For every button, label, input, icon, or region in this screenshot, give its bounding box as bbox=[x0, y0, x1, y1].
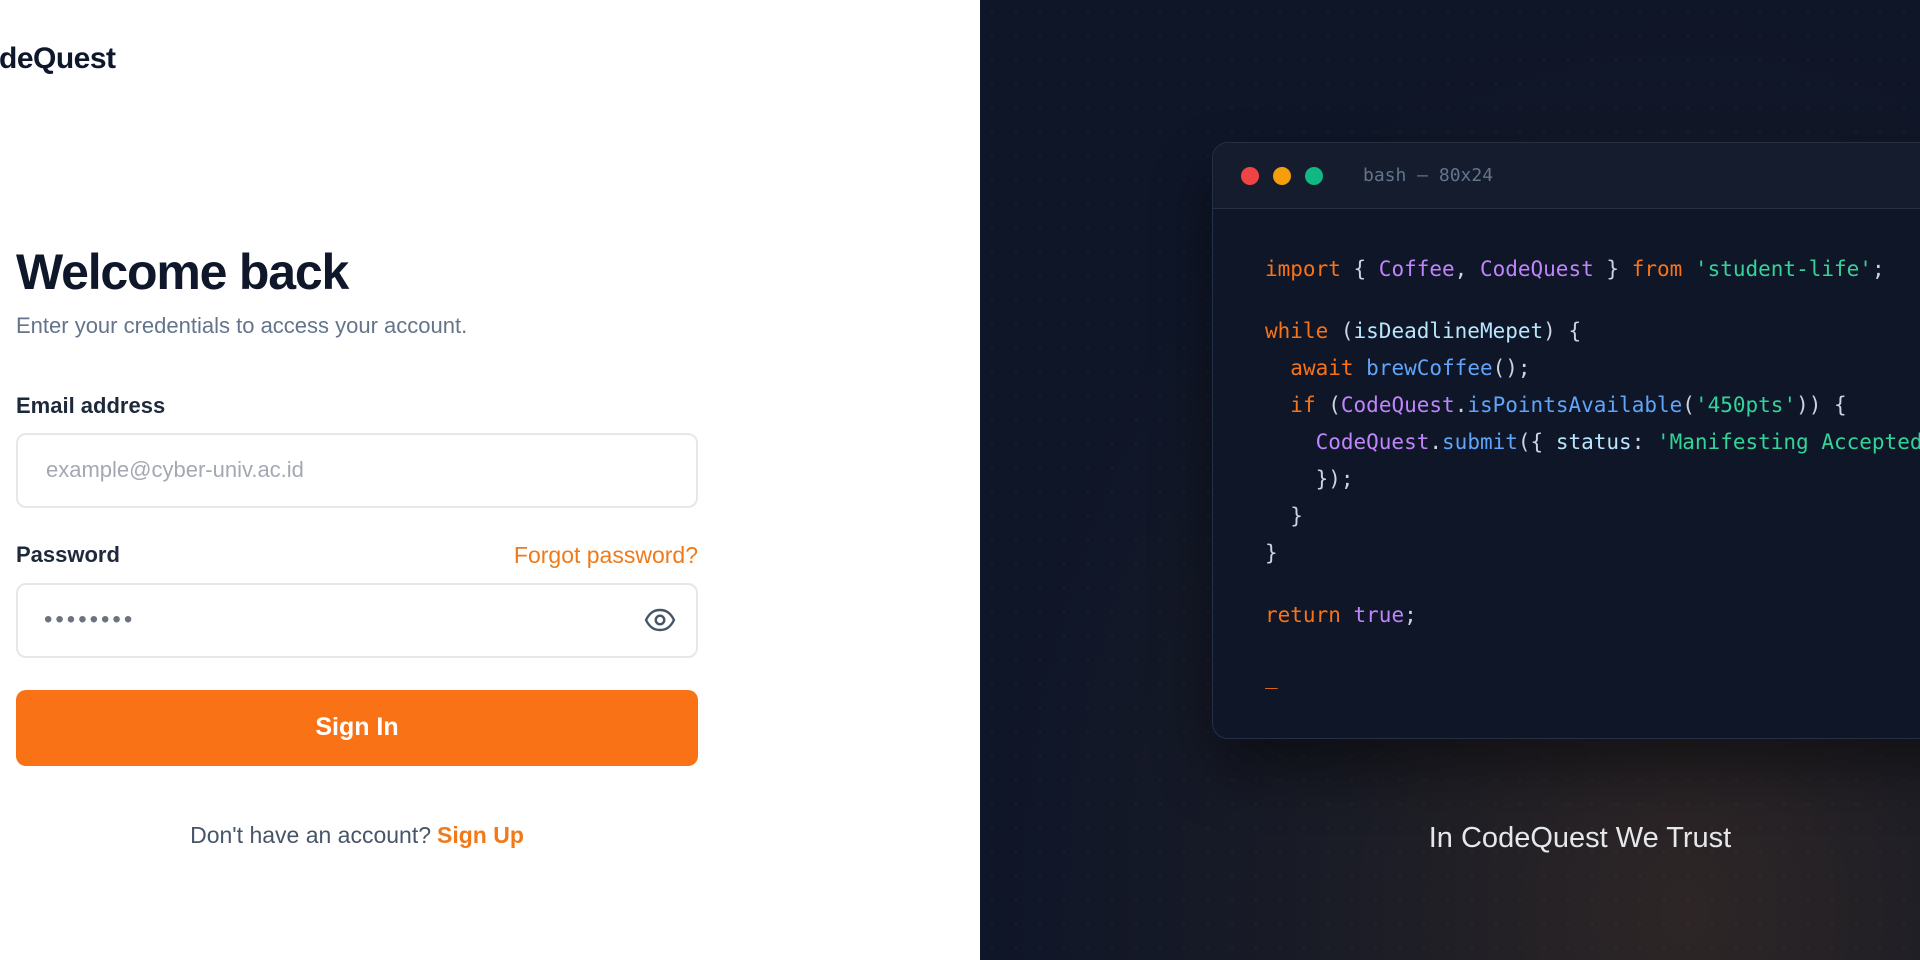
email-label: Email address bbox=[16, 392, 166, 418]
minimize-dot-icon bbox=[1273, 166, 1291, 185]
email-field[interactable] bbox=[44, 456, 670, 485]
code-line: } bbox=[1265, 504, 1303, 528]
login-form: Welcome back Enter your credentials to a… bbox=[16, 245, 698, 849]
page-subtitle: Enter your credentials to access your ac… bbox=[16, 313, 468, 338]
code-line: CodeQuest.submit({ status: 'Manifesting … bbox=[1315, 430, 1920, 454]
code-line: return true; bbox=[1265, 603, 1417, 627]
login-page: CodeQuest Welcome back Enter your creden… bbox=[0, 0, 1920, 960]
password-field[interactable]: •••••••• bbox=[16, 582, 698, 658]
terminal-title-bar: bash — 80x24 bbox=[1213, 143, 1920, 209]
password-label: Password bbox=[16, 542, 120, 568]
forgot-password-link[interactable]: Forgot password? bbox=[514, 542, 698, 569]
signup-prompt-row: Don't have an account? Sign Up bbox=[16, 822, 698, 849]
tagline: In CodeQuest We Trust bbox=[1428, 822, 1732, 854]
code-block: import { Coffee, CodeQuest } from 'stude… bbox=[1213, 209, 1920, 696]
maximize-dot-icon bbox=[1305, 166, 1323, 185]
terminal-title: bash — 80x24 bbox=[1363, 165, 1494, 186]
page-title: Welcome back bbox=[16, 244, 349, 300]
terminal-window: bash — 80x24 import { Coffee, CodeQuest … bbox=[1212, 142, 1920, 739]
hero-panel: bash — 80x24 import { Coffee, CodeQuest … bbox=[980, 0, 1920, 960]
signup-prompt: Don't have an account? bbox=[190, 821, 432, 848]
brand-logo[interactable]: CodeQuest bbox=[0, 42, 116, 76]
code-line: if (CodeQuest.isPointsAvailable('450pts'… bbox=[1290, 393, 1847, 417]
email-field-wrapper bbox=[16, 432, 698, 508]
close-dot-icon bbox=[1241, 166, 1259, 185]
terminal-cursor: _ bbox=[1265, 665, 1278, 689]
code-line: import { Coffee, CodeQuest } from 'stude… bbox=[1265, 257, 1885, 281]
code-line: } bbox=[1265, 541, 1278, 565]
sign-up-link[interactable]: Sign Up bbox=[437, 822, 524, 848]
code-line: }); bbox=[1265, 467, 1354, 491]
login-panel: CodeQuest Welcome back Enter your creden… bbox=[0, 0, 980, 960]
code-line: await brewCoffee(); bbox=[1290, 356, 1531, 380]
code-line: while (isDeadlineMepet) { bbox=[1265, 319, 1582, 343]
sign-in-button[interactable]: Sign In bbox=[16, 689, 698, 766]
password-value: •••••••• bbox=[44, 606, 136, 634]
password-label-row: Password Forgot password? bbox=[16, 542, 698, 569]
eye-icon[interactable] bbox=[644, 604, 676, 636]
